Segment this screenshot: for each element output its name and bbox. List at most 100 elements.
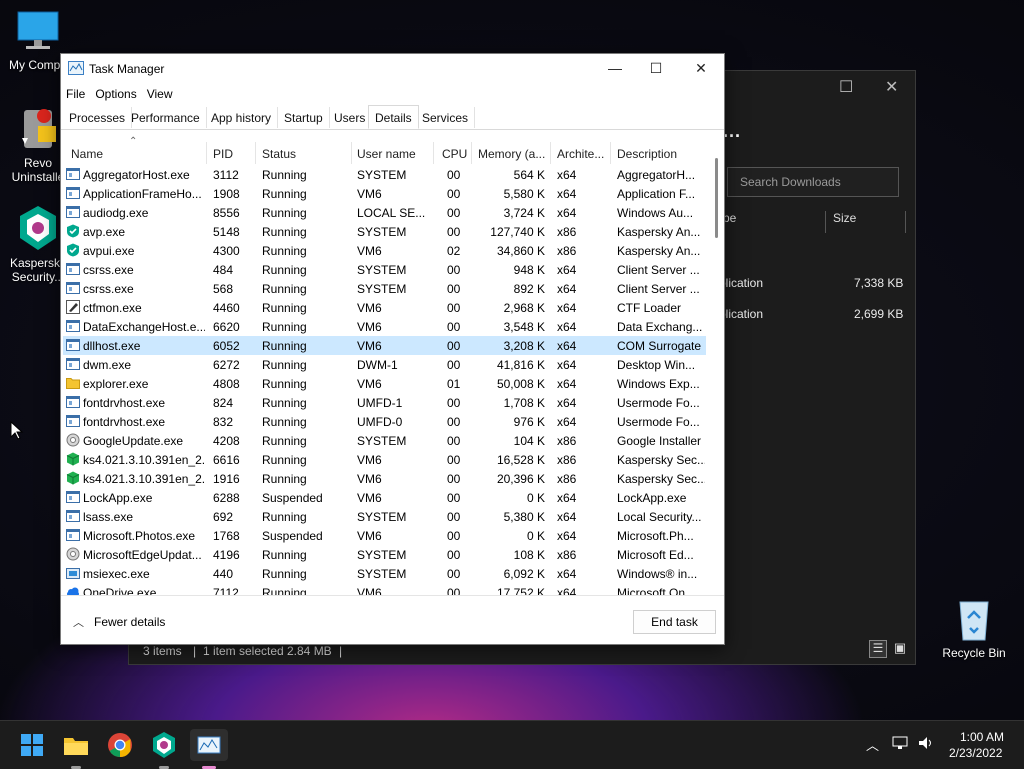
column-header-pid[interactable]: PID	[213, 147, 233, 161]
search-downloads-input[interactable]: Search Downloads	[727, 167, 899, 197]
status-cell: Running	[262, 339, 307, 353]
tab-processes[interactable]: Processes	[63, 107, 133, 128]
cpu-cell: 00	[447, 187, 461, 201]
column-separator[interactable]	[255, 142, 256, 164]
title-bar[interactable]: Task Manager — ☐ ✕	[61, 54, 724, 82]
end-task-button[interactable]: End task	[633, 610, 716, 634]
table-row[interactable]: Microsoft.Photos.exe 1768 Suspended VM6 00 0 …	[63, 526, 706, 545]
network-icon[interactable]	[892, 734, 910, 755]
table-row[interactable]: MicrosoftEdgeUpdat... 4196 Running SYSTEM 00…	[63, 545, 706, 564]
tiles-view-icon[interactable]: ▣	[891, 640, 909, 658]
description-cell: Windows Au...	[617, 206, 694, 220]
table-row[interactable]: DataExchangeHost.e... 6620 Running VM6 00 3,5…	[63, 317, 706, 336]
clock-time[interactable]: 1:00 AM	[960, 730, 1004, 744]
table-row[interactable]: ApplicationFrameHo... 1908 Running VM6 00 5,5…	[63, 184, 706, 203]
status-cell: Running	[262, 377, 307, 391]
table-row[interactable]: ks4.021.3.10.391en_2... 1916 Running VM6 00 2…	[63, 469, 706, 488]
table-row[interactable]: fontdrvhost.exe 824 Running UMFD-1 00 1,708 K…	[63, 393, 706, 412]
column-separator[interactable]	[610, 142, 611, 164]
architecture-cell: x64	[557, 396, 577, 410]
taskbar-file-explorer[interactable]	[60, 729, 92, 769]
tab-services[interactable]: Services	[416, 107, 476, 128]
taskbar-chrome[interactable]	[104, 729, 136, 761]
architecture-cell: x64	[557, 586, 577, 595]
column-header-cpu[interactable]: CPU	[442, 147, 467, 161]
task-manager-window[interactable]: Task Manager — ☐ ✕ File Options View Proce…	[60, 53, 725, 645]
column-header-size[interactable]: Size	[833, 211, 856, 225]
column-separator[interactable]	[351, 142, 352, 164]
table-row[interactable]: AggregatorHost.exe 3112 Running SYSTEM 00 564…	[63, 165, 706, 184]
tab-details[interactable]: Details	[368, 105, 419, 129]
column-header-status[interactable]: Status	[262, 147, 296, 161]
cpu-cell: 00	[447, 453, 461, 467]
menu-view[interactable]: View	[142, 84, 178, 104]
table-row[interactable]: lsass.exe 692 Running SYSTEM 00 5,380 K x64 Loc…	[63, 507, 706, 526]
tab-app-history[interactable]: App history	[205, 107, 279, 128]
taskbar-kaspersky[interactable]	[148, 729, 180, 769]
pid-cell: 4196	[213, 548, 240, 562]
more-options-icon[interactable]: ...	[723, 121, 741, 142]
desktop-icon-recycle-bin[interactable]: Recycle Bin	[936, 596, 1012, 660]
user-name-cell: VM6	[357, 472, 382, 486]
cloud-icon	[66, 585, 80, 595]
tab-startup[interactable]: Startup	[278, 107, 330, 128]
table-row[interactable]: avpui.exe 4300 Running VM6 02 34,860 K x86 Kasp…	[63, 241, 706, 260]
menu-options[interactable]: Options	[90, 84, 141, 104]
table-row[interactable]: audiodg.exe 8556 Running LOCAL SE... 00 3,724…	[63, 203, 706, 222]
column-header-type[interactable]: pe	[723, 211, 736, 225]
user-name-cell: VM6	[357, 453, 382, 467]
table-row[interactable]: explorer.exe 4808 Running VM6 01 50,008 K x64 W…	[63, 374, 706, 393]
volume-icon[interactable]	[917, 734, 935, 755]
cpu-cell: 00	[447, 320, 461, 334]
vertical-scrollbar[interactable]	[711, 154, 721, 594]
tab-performance[interactable]: Performance	[125, 107, 207, 128]
taskbar-task-manager[interactable]	[190, 729, 228, 769]
details-view-icon[interactable]: ☰	[869, 640, 887, 658]
column-header-architecture[interactable]: Archite...	[557, 147, 604, 161]
memory-cell: 41,816 K	[496, 358, 545, 372]
table-row[interactable]: ks4.021.3.10.391en_2... 6616 Running VM6 00 1…	[63, 450, 706, 469]
table-row[interactable]: ctfmon.exe 4460 Running VM6 00 2,968 K x64 CTF …	[63, 298, 706, 317]
column-separator[interactable]	[471, 142, 472, 164]
table-row[interactable]: avp.exe 5148 Running SYSTEM 00 127,740 K x86 Ka…	[63, 222, 706, 241]
pid-cell: 568	[213, 282, 234, 296]
show-hidden-icons-chevron-icon[interactable]: ︿	[866, 735, 879, 754]
table-row[interactable]: OneDrive.exe 7112 Running VM6 00 17,752 K x64 M…	[63, 583, 706, 595]
start-icon	[21, 734, 43, 756]
start-button[interactable]	[16, 729, 48, 761]
column-separator[interactable]	[206, 142, 207, 164]
table-row[interactable]: fontdrvhost.exe 832 Running UMFD-0 00 976 K x6…	[63, 412, 706, 431]
column-header-description[interactable]: Description	[617, 147, 677, 161]
minimize-icon[interactable]: —	[592, 54, 638, 82]
pid-cell: 7112	[213, 586, 239, 595]
close-icon[interactable]: ✕	[678, 54, 724, 82]
scrollbar-thumb[interactable]	[715, 158, 718, 238]
description-cell: Microsoft Ed...	[617, 548, 694, 562]
memory-cell: 104 K	[513, 434, 545, 448]
memory-cell: 3,548 K	[503, 320, 545, 334]
menu-file[interactable]: File	[61, 84, 90, 104]
close-icon[interactable]: ✕	[885, 77, 898, 97]
tab-users[interactable]: Users	[328, 107, 373, 128]
process-name-cell: OneDrive.exe	[83, 586, 157, 595]
table-row[interactable]: dwm.exe 6272 Running DWM-1 00 41,816 K x64 Desk…	[63, 355, 706, 374]
table-row[interactable]: LockApp.exe 6288 Suspended VM6 00 0 K x64 LockA…	[63, 488, 706, 507]
process-name-cell: audiodg.exe	[83, 206, 149, 220]
column-separator[interactable]	[550, 142, 551, 164]
clock-date[interactable]: 2/23/2022	[949, 746, 1002, 760]
table-row[interactable]: dllhost.exe 6052 Running VM6 00 3,208 K x64 COM…	[63, 336, 706, 355]
column-header-name[interactable]: Name	[71, 147, 103, 161]
fewer-details-button[interactable]: ︿ Fewer details	[73, 614, 165, 630]
table-row[interactable]: csrss.exe 568 Running SYSTEM 00 892 K x64 Clien…	[63, 279, 706, 298]
process-name-cell: dllhost.exe	[83, 339, 141, 353]
column-header-memory[interactable]: Memory (a...	[478, 147, 545, 161]
table-row[interactable]: GoogleUpdate.exe 4208 Running SYSTEM 00 104 K…	[63, 431, 706, 450]
maximize-icon[interactable]: ☐	[839, 77, 853, 97]
table-row[interactable]: csrss.exe 484 Running SYSTEM 00 948 K x64 Clien…	[63, 260, 706, 279]
maximize-icon[interactable]: ☐	[633, 54, 679, 82]
column-separator[interactable]	[433, 142, 434, 164]
architecture-cell: x64	[557, 301, 577, 315]
chevron-up-icon: ︿	[73, 617, 84, 629]
column-header-user-name[interactable]: User name	[357, 147, 416, 161]
table-row[interactable]: msiexec.exe 440 Running SYSTEM 00 6,092 K x64 W…	[63, 564, 706, 583]
